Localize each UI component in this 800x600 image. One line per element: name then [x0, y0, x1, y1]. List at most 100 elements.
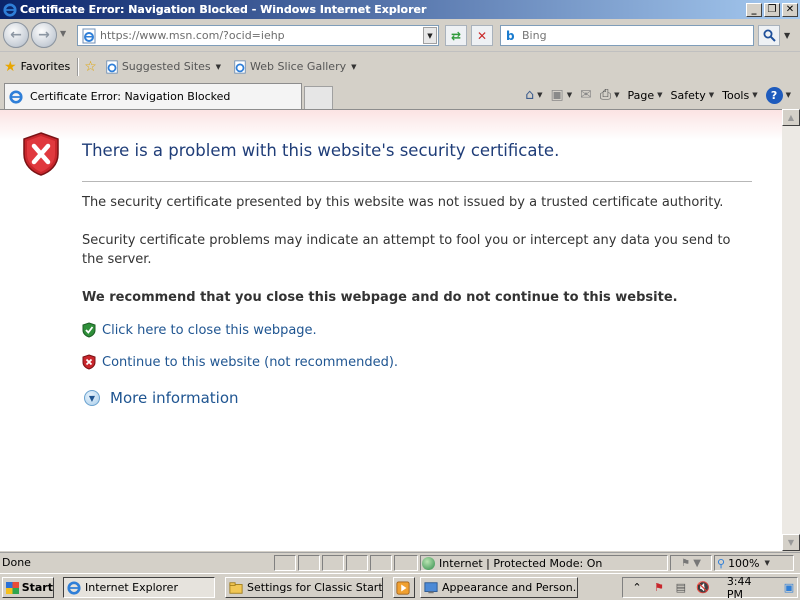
start-label: Start [21, 581, 53, 594]
taskbar-media-app[interactable] [393, 577, 415, 598]
status-panel [322, 555, 344, 571]
page-icon [234, 59, 246, 74]
page-icon [106, 59, 118, 74]
tools-menu[interactable]: Tools ▼ [719, 89, 761, 102]
search-input[interactable] [522, 29, 753, 42]
chevron-down-icon: ▼ [708, 91, 715, 99]
bing-icon: b [506, 28, 515, 43]
home-icon: ⌂ [525, 87, 535, 103]
favorites-star-icon: ★ [4, 58, 17, 75]
favorites-button[interactable]: ★ Favorites [4, 59, 70, 75]
page-icon [82, 28, 96, 43]
status-panel [346, 555, 368, 571]
system-clock[interactable]: 3:44 PM [727, 575, 771, 600]
search-button[interactable] [758, 25, 780, 46]
search-box[interactable]: b [500, 25, 754, 46]
ie-logo-icon [67, 580, 81, 595]
suggested-sites-button[interactable]: Suggested Sites ▼ [105, 59, 221, 74]
red-shield-x-icon [82, 354, 96, 370]
scroll-down-button[interactable]: ▼ [782, 534, 800, 551]
new-tab-button[interactable] [304, 86, 333, 109]
recommendation-text: We recommend that you close this webpage… [82, 290, 678, 305]
safety-menu[interactable]: Safety ▼ [668, 89, 718, 102]
network-icon[interactable]: ▤ [673, 580, 689, 596]
certificate-explanation: The security certificate presented by th… [82, 195, 724, 210]
internet-globe-icon [422, 556, 435, 570]
add-to-favorites-bar-icon[interactable]: ☆ [84, 59, 97, 75]
tab-certificate-error[interactable]: Certificate Error: Navigation Blocked [4, 83, 302, 109]
maximize-button[interactable]: ❐ [764, 2, 780, 17]
show-hidden-icons-icon[interactable]: ⌃ [629, 580, 645, 596]
more-information-toggle[interactable]: ▼ More information [84, 389, 239, 407]
security-warning: Security certificate problems may indica… [82, 233, 731, 267]
show-desktop-icon[interactable]: ▣ [781, 580, 797, 596]
tab-title: Certificate Error: Navigation Blocked [30, 90, 231, 103]
favorites-separator [77, 57, 79, 76]
window-title: Certificate Error: Navigation Blocked - … [20, 3, 427, 16]
stop-icon: ✕ [476, 28, 488, 43]
stop-button[interactable]: ✕ [471, 25, 493, 46]
address-dropdown-button[interactable]: ▼ [423, 27, 437, 44]
close-window-button[interactable]: ✕ [782, 2, 798, 17]
security-zone[interactable]: Internet | Protected Mode: On [420, 555, 668, 571]
chevron-down-icon: ▼ [537, 91, 543, 99]
scroll-up-button[interactable]: ▲ [782, 109, 800, 126]
magnifier-icon: ⚲ [717, 556, 726, 570]
title-divider [82, 181, 752, 182]
chevron-down-icon: ▼ [657, 91, 663, 99]
error-shield-icon [23, 132, 59, 176]
status-panel [298, 555, 320, 571]
page-menu[interactable]: Page ▼ [625, 89, 666, 102]
taskbar-classic-start-settings[interactable]: Settings for Classic Start... [225, 577, 383, 598]
safety-menu-label: Safety [670, 88, 706, 102]
taskbar-internet-explorer[interactable]: Internet Explorer [63, 577, 215, 598]
help-menu[interactable]: ? ▼ [763, 86, 794, 104]
recent-pages-dropdown[interactable]: ▼ [60, 29, 66, 38]
rss-feed-icon: ▣ [550, 87, 564, 103]
error-tint-band [0, 110, 782, 140]
status-panel [394, 555, 418, 571]
zoom-level-button[interactable]: ⚲ 100% ▼ [714, 555, 794, 571]
settings-folder-icon [229, 581, 243, 594]
continue-link-text[interactable]: Continue to this website (not recommende… [102, 355, 398, 370]
address-url[interactable]: https://www.msn.com/?ocid=iehp [100, 29, 423, 42]
close-webpage-link[interactable]: Click here to close this webpage. [82, 322, 317, 338]
chevron-down-icon: ▼ [351, 62, 357, 71]
help-icon: ? [765, 86, 783, 104]
more-information-label: More information [110, 389, 239, 407]
start-button[interactable]: Start [2, 577, 54, 598]
media-player-icon [396, 580, 410, 595]
status-bar: Done Internet | Protected Mode: On ⚑ ▼ ⚲… [0, 552, 800, 572]
chevron-down-icon: ▼ [752, 91, 758, 99]
action-center-flag-icon[interactable]: ⚑ [651, 580, 667, 596]
green-shield-check-icon [82, 322, 96, 338]
compatibility-refresh-button[interactable]: ⇄ [445, 25, 467, 46]
close-webpage-link-text[interactable]: Click here to close this webpage. [102, 323, 317, 338]
taskbar-appearance-personalization[interactable]: Appearance and Person... [420, 577, 578, 598]
ie-logo-icon [3, 2, 17, 17]
forward-arrow-icon: → [38, 27, 50, 43]
back-arrow-icon: ← [10, 27, 22, 43]
address-bar[interactable]: https://www.msn.com/?ocid=iehp ▼ [77, 25, 439, 46]
feeds-button[interactable]: ▣ ▼ [548, 87, 576, 103]
tools-menu-label: Tools [722, 88, 750, 102]
expand-chevron-icon: ▼ [84, 390, 100, 406]
back-button[interactable]: ← [3, 22, 29, 48]
command-bar: ⌂ ▼ ▣ ▼ ✉ ⎙ ▼ Page ▼ Safety ▼ Tools ▼ ? … [522, 85, 794, 105]
page-menu-label: Page [627, 88, 655, 102]
system-tray: ⌃ ⚑ ▤ 🔇 3:44 PM ▣ [622, 575, 798, 600]
continue-to-website-link[interactable]: Continue to this website (not recommende… [82, 354, 398, 370]
vertical-scrollbar[interactable]: ▲ ▼ [782, 109, 800, 551]
forward-button[interactable]: → [31, 22, 57, 48]
minimize-button[interactable]: _ [746, 2, 762, 17]
volume-muted-icon[interactable]: 🔇 [695, 580, 711, 596]
popup-blocker-button[interactable]: ⚑ ▼ [670, 555, 712, 571]
chevron-down-icon: ▼ [566, 91, 573, 99]
read-mail-button[interactable]: ✉ [577, 87, 595, 103]
web-slice-gallery-button[interactable]: Web Slice Gallery ▼ [233, 59, 357, 74]
search-options-dropdown[interactable]: ▼ [784, 31, 790, 40]
taskbar-item-label: Appearance and Person... [442, 581, 578, 594]
navigation-bar: ← → ▼ https://www.msn.com/?ocid=iehp ▼ ⇄… [0, 19, 800, 52]
home-button[interactable]: ⌂ ▼ [522, 87, 545, 103]
print-button[interactable]: ⎙ ▼ [597, 87, 623, 103]
